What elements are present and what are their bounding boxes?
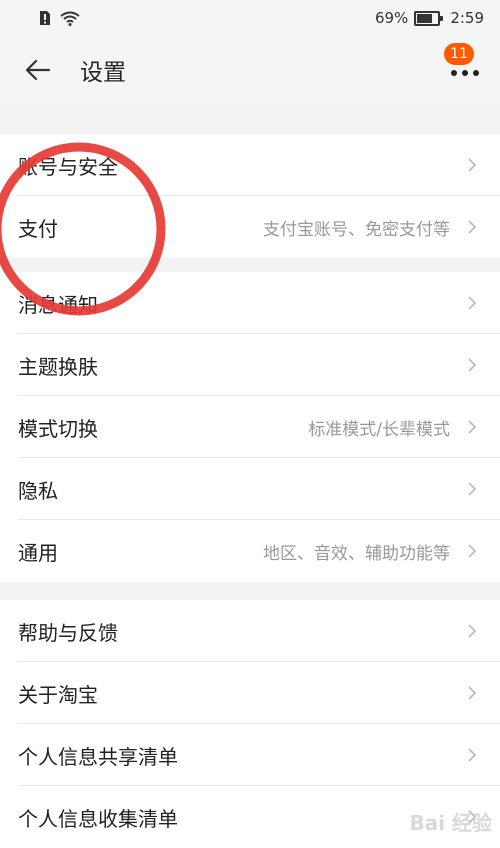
clock: 2:59 (450, 9, 484, 27)
header: 设置 11 (0, 36, 500, 104)
chevron-right-icon (468, 358, 477, 372)
chevron-right-icon (468, 420, 477, 434)
row-value: 标准模式/长辈模式 (308, 419, 450, 440)
row-about-taobao[interactable]: 关于淘宝 (0, 662, 500, 724)
sim-alert-icon (40, 11, 50, 25)
chevron-right-icon (468, 220, 477, 234)
row-label: 账号与安全 (18, 154, 118, 179)
row-label: 支付 (18, 216, 58, 241)
row-info-sharing-list[interactable]: 个人信息共享清单 (0, 724, 500, 786)
row-label: 隐私 (18, 478, 58, 503)
row-payment[interactable]: 支付 支付宝账号、免密支付等 (0, 196, 500, 258)
page-title: 设置 (80, 60, 126, 86)
row-label: 消息通知 (18, 292, 98, 317)
chevron-right-icon (468, 482, 477, 496)
notification-badge: 11 (444, 43, 474, 65)
battery-icon (414, 10, 444, 26)
wifi-icon (60, 11, 80, 26)
row-label: 个人信息共享清单 (18, 744, 178, 769)
row-label: 关于淘宝 (18, 682, 98, 707)
row-label: 个人信息收集清单 (18, 806, 178, 831)
status-bar: 69% 2:59 (0, 0, 500, 36)
row-label: 模式切换 (18, 416, 98, 441)
row-label: 主题换肤 (18, 354, 98, 379)
chevron-right-icon (468, 686, 477, 700)
settings-group-general: 消息通知 主题换肤 模式切换 标准模式/长辈模式 隐私 通用 地区、音效、辅助功… (0, 272, 500, 582)
row-privacy[interactable]: 隐私 (0, 458, 500, 520)
battery-percent: 69% (374, 9, 409, 27)
row-label: 帮助与反馈 (18, 620, 118, 645)
more-button[interactable]: 11 (444, 43, 482, 90)
back-button[interactable] (20, 52, 56, 88)
status-right: 69% 2:59 (375, 9, 484, 27)
chevron-right-icon (468, 158, 477, 172)
chevron-right-icon (468, 748, 477, 762)
status-left (38, 10, 80, 26)
settings-group-account: 账号与安全 支付 支付宝账号、免密支付等 (0, 134, 500, 258)
back-arrow-icon (25, 59, 51, 81)
row-notifications[interactable]: 消息通知 (0, 272, 500, 334)
chevron-right-icon (468, 296, 477, 310)
chevron-right-icon (468, 624, 477, 638)
row-value: 地区、音效、辅助功能等 (263, 543, 450, 564)
chevron-right-icon (468, 544, 477, 558)
row-theme[interactable]: 主题换肤 (0, 334, 500, 396)
row-account-security[interactable]: 账号与安全 (0, 134, 500, 196)
watermark: Bai 经验 (409, 811, 492, 835)
row-help-feedback[interactable]: 帮助与反馈 (0, 600, 500, 662)
row-general[interactable]: 通用 地区、音效、辅助功能等 (0, 520, 500, 582)
row-label: 通用 (18, 540, 58, 565)
row-mode-switch[interactable]: 模式切换 标准模式/长辈模式 (0, 396, 500, 458)
row-value: 支付宝账号、免密支付等 (263, 219, 450, 240)
more-icon (451, 70, 479, 76)
